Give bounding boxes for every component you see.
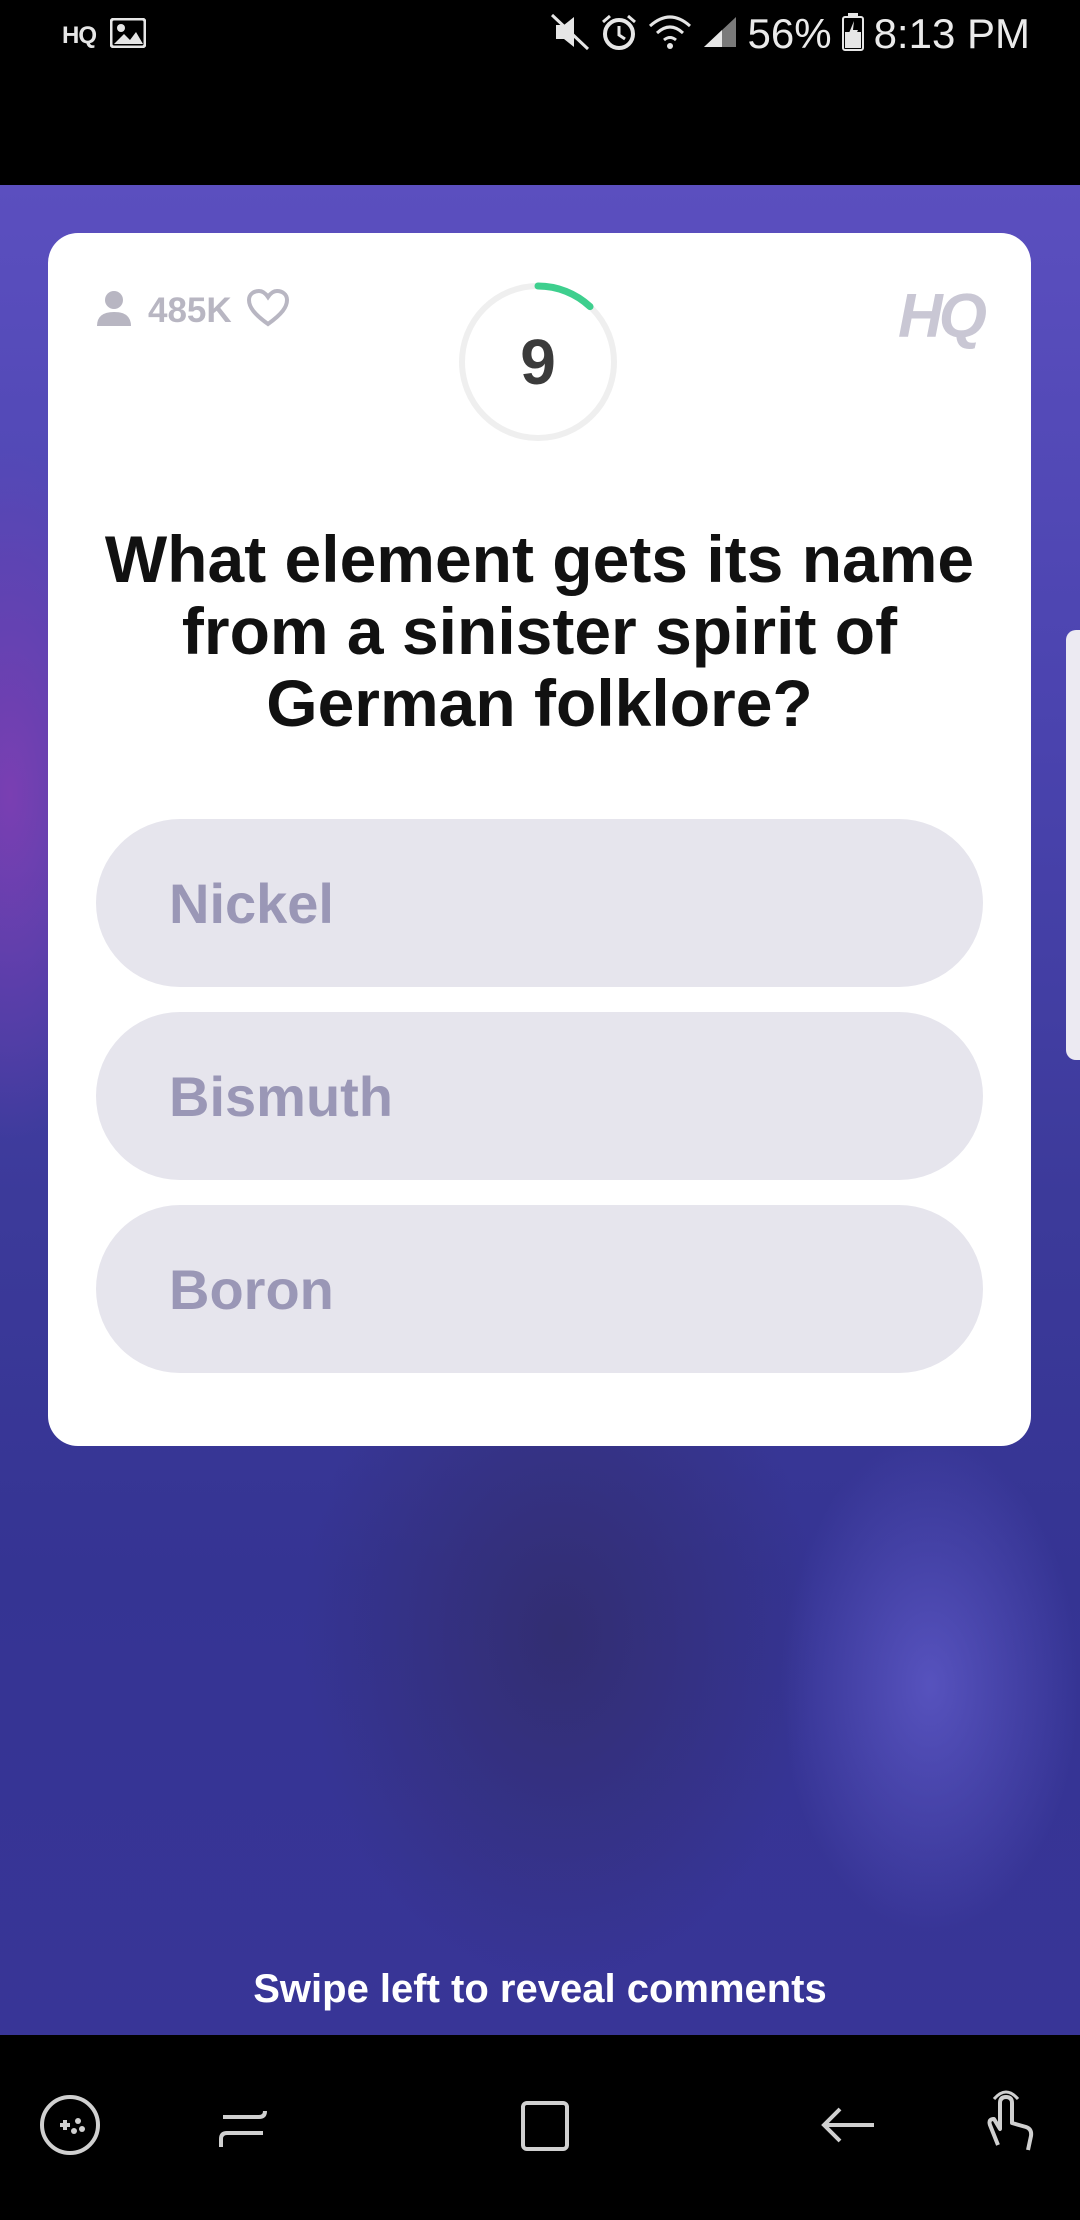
status-bar: HQ 56% 8:13 PM bbox=[0, 0, 1080, 75]
answer-label: Boron bbox=[169, 1257, 334, 1321]
image-icon bbox=[109, 17, 147, 53]
gesture-icon[interactable] bbox=[968, 2085, 1048, 2165]
timer-seconds: 9 bbox=[520, 326, 556, 398]
battery-percent: 56% bbox=[747, 10, 832, 57]
answer-label: Nickel bbox=[169, 871, 334, 935]
status-right: 56% 8:13 PM bbox=[550, 10, 1030, 58]
heart-icon[interactable] bbox=[246, 288, 290, 333]
question-card: 485K 9 HQ What element gets its name fro… bbox=[48, 233, 1031, 1446]
mute-icon bbox=[550, 13, 590, 56]
hq-notification-icon: HQ bbox=[62, 21, 97, 49]
countdown-timer: 9 bbox=[456, 280, 620, 444]
top-spacer bbox=[0, 75, 1080, 185]
person-icon bbox=[94, 288, 134, 333]
clock: 8:13 PM bbox=[873, 10, 1030, 57]
viewer-count: 485K bbox=[94, 288, 290, 333]
answer-option-2[interactable]: Bismuth bbox=[96, 1012, 983, 1180]
question-text: What element gets its name from a sinist… bbox=[104, 522, 975, 740]
status-left: HQ bbox=[62, 17, 147, 53]
swipe-hint: Swipe left to reveal comments bbox=[253, 1967, 827, 2011]
game-launcher-icon[interactable] bbox=[30, 2085, 110, 2165]
back-icon[interactable] bbox=[808, 2085, 888, 2165]
answer-option-1[interactable]: Nickel bbox=[96, 819, 983, 987]
answer-label: Bismuth bbox=[169, 1064, 393, 1128]
hq-logo: HQ bbox=[898, 282, 987, 351]
wifi-icon bbox=[648, 14, 692, 55]
answer-option-3[interactable]: Boron bbox=[96, 1205, 983, 1373]
home-icon[interactable] bbox=[505, 2085, 585, 2165]
comments-edge-handle[interactable] bbox=[1066, 630, 1080, 1060]
navigation-bar bbox=[0, 2035, 1080, 2220]
battery-icon bbox=[841, 12, 864, 56]
alarm-icon bbox=[600, 13, 638, 56]
recent-apps-icon[interactable] bbox=[203, 2085, 283, 2165]
viewer-count-label: 485K bbox=[148, 290, 232, 330]
signal-icon bbox=[702, 15, 738, 54]
